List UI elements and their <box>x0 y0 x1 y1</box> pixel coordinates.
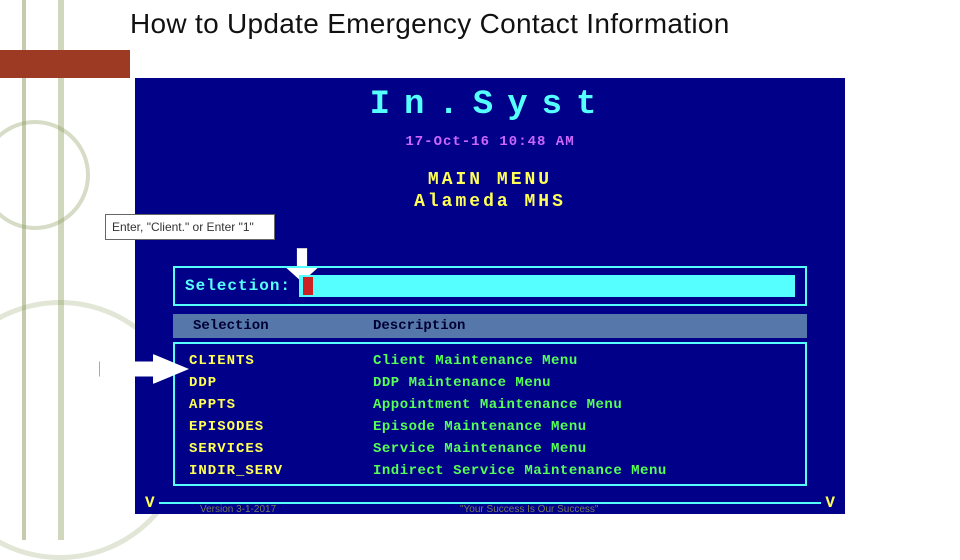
menu-item[interactable]: APPTS Appointment Maintenance Menu <box>189 394 791 416</box>
footer-tagline: "Your Success Is Our Success" <box>460 504 598 515</box>
menu-desc: Appointment Maintenance Menu <box>373 394 622 416</box>
menu-code: CLIENTS <box>189 350 373 372</box>
header-selection: Selection <box>173 318 373 334</box>
decor-circle <box>0 120 90 230</box>
menu-item[interactable]: DDP DDP Maintenance Menu <box>189 372 791 394</box>
menu-desc: DDP Maintenance Menu <box>373 372 551 394</box>
menu-code: SERVICES <box>189 438 373 460</box>
menu-desc: Indirect Service Maintenance Menu <box>373 460 667 482</box>
app-name: In.Syst <box>135 86 845 124</box>
scroll-down-marker: V <box>825 494 835 512</box>
selection-label: Selection: <box>185 277 291 295</box>
menu-item[interactable]: INDIR_SERV Indirect Service Maintenance … <box>189 460 791 482</box>
footer-version: Version 3-1-2017 <box>200 504 276 515</box>
selection-input[interactable] <box>299 275 795 297</box>
menu-code: APPTS <box>189 394 373 416</box>
menu-item[interactable]: EPISODES Episode Maintenance Menu <box>189 416 791 438</box>
menu-list: CLIENTS Client Maintenance Menu DDP DDP … <box>173 342 807 486</box>
menu-code: DDP <box>189 372 373 394</box>
list-header-row: Selection Description <box>173 314 807 338</box>
datetime: 17-Oct-16 10:48 AM <box>135 134 845 150</box>
selection-field-box: Selection: <box>173 266 807 306</box>
menu-code: INDIR_SERV <box>189 460 373 482</box>
menu-desc: Client Maintenance Menu <box>373 350 578 372</box>
page-title: How to Update Emergency Contact Informat… <box>130 8 730 40</box>
text-cursor-icon <box>303 277 313 295</box>
callout-text: Enter, "Client." or Enter "1" <box>112 220 254 234</box>
menu-code: EPISODES <box>189 416 373 438</box>
menu-desc: Service Maintenance Menu <box>373 438 587 460</box>
decor-bar <box>0 50 130 78</box>
header-description: Description <box>373 318 465 334</box>
menu-title: MAIN MENU <box>135 170 845 190</box>
terminal-screenshot: In.Syst 17-Oct-16 10:48 AM MAIN MENU Ala… <box>135 78 845 514</box>
menu-desc: Episode Maintenance Menu <box>373 416 587 438</box>
org-name: Alameda MHS <box>135 192 845 212</box>
menu-item[interactable]: SERVICES Service Maintenance Menu <box>189 438 791 460</box>
scroll-down-marker: V <box>145 494 155 512</box>
instruction-callout: Enter, "Client." or Enter "1" <box>105 214 275 240</box>
menu-item[interactable]: CLIENTS Client Maintenance Menu <box>189 350 791 372</box>
